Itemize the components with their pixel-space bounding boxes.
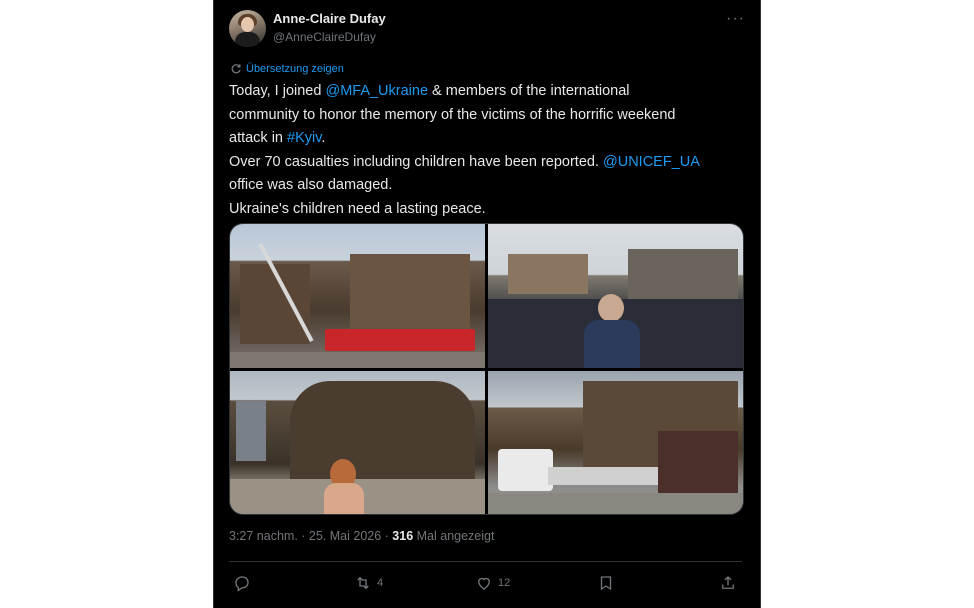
views-count: 316: [392, 529, 414, 543]
ground: [230, 352, 485, 368]
building: [628, 249, 738, 304]
tower: [236, 401, 266, 461]
author-name[interactable]: Anne-Claire Dufay: [273, 11, 386, 26]
timestamp-date[interactable]: 25. Mai 2026: [309, 529, 381, 543]
photo-burned-building[interactable]: [230, 371, 485, 514]
reply-button[interactable]: [233, 573, 256, 593]
photo-truck-damaged-building[interactable]: [488, 371, 743, 514]
share-icon: [722, 576, 734, 589]
mention-mfa-ukraine[interactable]: @MFA_Ukraine: [325, 83, 428, 99]
tweet-border-left: [213, 0, 214, 608]
photo-damaged-building-fire-truck[interactable]: [230, 224, 485, 368]
translate-label: Übersetzung zeigen: [246, 63, 344, 75]
building: [508, 254, 588, 294]
retweet-count: 4: [377, 577, 384, 589]
mention-unicef-ua[interactable]: @UNICEF_UA: [603, 154, 700, 170]
meta-separator: ·: [381, 529, 393, 543]
media-grid: [229, 223, 744, 515]
timestamp-time[interactable]: 3:27 nachm.: [229, 529, 298, 543]
tweet-line: attack in #Kyiv.: [229, 127, 749, 151]
fire-truck: [325, 329, 475, 351]
retweet-icon: [357, 576, 369, 590]
author-handle[interactable]: @AnneClaireDufay: [273, 30, 376, 44]
person-body: [584, 320, 640, 368]
meta-separator: ·: [297, 529, 309, 543]
tweet-text-segment: attack in: [229, 130, 288, 146]
bookmark-button[interactable]: [597, 573, 615, 593]
tweet-border-right: [760, 0, 761, 608]
more-icon[interactable]: ···: [726, 10, 745, 28]
avatar[interactable]: [229, 10, 266, 47]
photo-delegation-group[interactable]: [488, 224, 743, 368]
retweet-button[interactable]: 4: [354, 573, 383, 593]
tweet-line: Today, I joined @MFA_Ukraine & members o…: [229, 80, 749, 104]
tweet-line: office was also damaged.: [229, 177, 393, 193]
person-body: [324, 483, 364, 514]
tweet-line: Over 70 casualties including children ha…: [229, 151, 749, 175]
views-label: Mal angezeigt: [413, 529, 495, 543]
fence: [658, 431, 738, 496]
ground: [488, 493, 743, 514]
person-head: [598, 294, 624, 322]
tweet-text-segment: .: [321, 130, 326, 146]
tweet-text-segment: Over 70 casualties including children ha…: [229, 153, 604, 170]
translate-link[interactable]: Übersetzung zeigen: [230, 63, 344, 75]
truck-cab: [498, 449, 553, 491]
translate-icon: [231, 64, 241, 74]
divider: [229, 561, 742, 562]
avatar-body: [235, 32, 260, 47]
share-button[interactable]: [719, 573, 737, 593]
like-count: 12: [498, 577, 511, 589]
reply-icon: [235, 576, 249, 592]
heart-icon: [478, 577, 490, 590]
tweet-text-segment: & members of the international: [428, 83, 630, 99]
hashtag-kyiv[interactable]: #Kyiv: [287, 130, 321, 146]
burned-building: [290, 381, 475, 481]
avatar-face: [241, 17, 254, 32]
tweet-meta: 3:27 nachm. · 25. Mai 2026 · 316 Mal ang…: [229, 529, 494, 543]
tweet-line: community to honor the memory of the vic…: [229, 106, 676, 123]
bookmark-icon: [600, 576, 612, 591]
tweet-text: Today, I joined @MFA_Ukraine & members o…: [229, 80, 749, 221]
like-button[interactable]: 12: [475, 573, 510, 593]
tweet-line: Ukraine's children need a lasting peace.: [229, 200, 486, 217]
tweet-text-segment: Today, I joined: [229, 83, 326, 99]
truck-bed: [548, 467, 658, 485]
